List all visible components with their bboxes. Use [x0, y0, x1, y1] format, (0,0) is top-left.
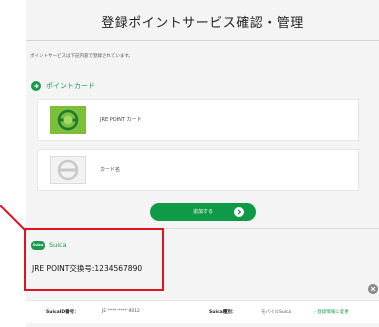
title-divider: [26, 40, 379, 41]
close-icon[interactable]: [368, 284, 378, 294]
pointer-annotation: [0, 205, 27, 232]
generic-card-icon: [50, 156, 86, 184]
point-card-item-generic[interactable]: カード名: [37, 149, 359, 191]
change-info-label: 登録情報に変更: [317, 310, 349, 315]
card-name: JRE POINT カード: [100, 117, 142, 123]
point-card-section-header: ポイントカード: [31, 80, 95, 92]
add-button-label: 追加する: [192, 209, 213, 215]
change-info-link[interactable]: › 登録情報に変更: [314, 309, 349, 315]
suica-id-label: SuicaID番号：: [46, 310, 79, 315]
suica-detail-row: SuicaID番号： JE **** **** 9012 Suica種別： モバ…: [26, 300, 379, 323]
page-title: 登録ポイントサービス確認・管理: [101, 16, 304, 31]
registration-notice: ポイントサービスは下記内容で登録されています。: [30, 54, 133, 59]
point-card-item-jre[interactable]: JRE POINT カード: [37, 99, 359, 141]
jre-card-icon: [50, 106, 86, 134]
add-card-button[interactable]: 追加する: [150, 203, 256, 221]
arrow-right-icon: [234, 207, 244, 217]
circle-arrow-icon: [31, 81, 41, 91]
suica-type-label: Suica種別：: [209, 310, 237, 315]
suica-id-value: JE **** **** 9012: [102, 309, 140, 314]
suica-type-value: モバイルSuica: [261, 310, 292, 315]
highlight-annotation: [24, 228, 164, 291]
point-card-section-label: ポイントカード: [46, 82, 95, 90]
card-name: カード名: [100, 167, 121, 173]
chevron-right-icon: ›: [314, 310, 316, 315]
